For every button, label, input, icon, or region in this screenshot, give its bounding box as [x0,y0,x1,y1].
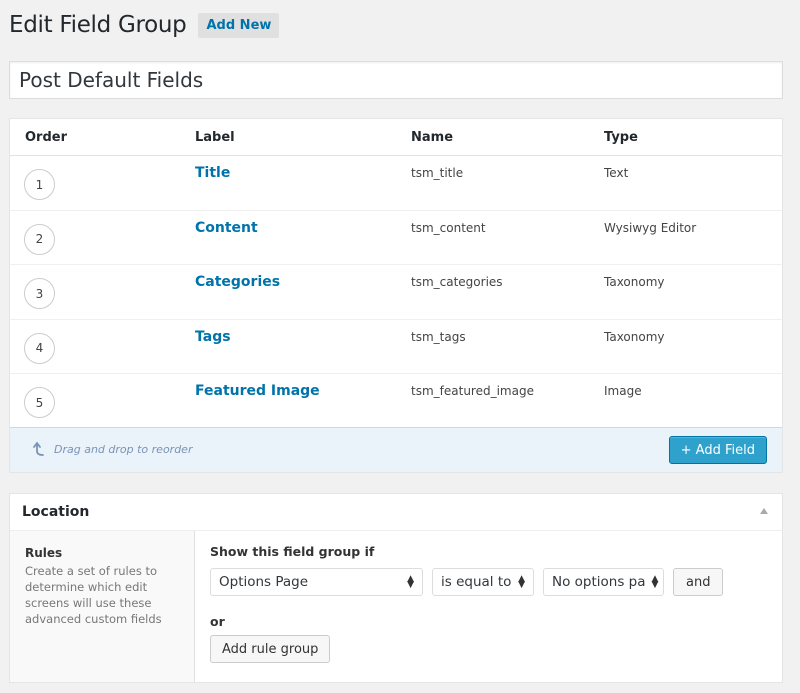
order-handle[interactable]: 2 [24,223,55,255]
field-label-link[interactable]: Title [195,165,230,181]
field-label-link[interactable]: Featured Image [195,383,320,399]
drag-hint: Drag and drop to reorder [32,441,192,457]
page-header: Edit Field Group Add New [9,12,280,38]
add-field-button[interactable]: + Add Field [668,436,767,464]
order-handle[interactable]: 1 [24,169,55,200]
field-type: Taxonomy [604,329,665,344]
field-name: tsm_tags [411,329,466,344]
column-header-label: Label [195,130,235,145]
field-name: tsm_content [411,220,486,235]
field-row[interactable]: 4 Tags tsm_tags Taxonomy [10,320,782,375]
drag-hint-text: Drag and drop to reorder [54,442,193,456]
field-type: Wysiwyg Editor [604,220,697,235]
curved-arrow-up-icon [33,442,44,456]
fields-footer: Drag and drop to reorder + Add Field [10,427,782,472]
fields-panel: Order Label Name Type 1 Title tsm_title … [9,118,783,473]
field-name: tsm_categories [411,275,503,290]
or-label: or [210,614,225,629]
rule-operator-value: is equal to [441,574,512,590]
field-name: tsm_title [411,166,464,180]
page-title: Edit Field Group [9,12,187,38]
field-row[interactable]: 2 Content tsm_content Wysiwyg Editor [10,211,782,266]
field-label-link[interactable]: Categories [195,274,280,290]
location-panel: Location Rules Create a set of rules to … [9,493,783,683]
rule-row: Options Page ▲ ▼ is equal to ▲ ▼ No option… [210,568,782,596]
field-row[interactable]: 5 Featured Image tsm_featured_image Imag… [10,374,782,429]
field-type: Text [604,166,629,180]
column-header-type: Type [604,130,638,145]
field-type: Image [604,384,642,399]
show-if-label: Show this field group if [210,544,375,559]
add-rule-group-button[interactable]: Add rule group [210,635,331,663]
field-row[interactable]: 3 Categories tsm_categories Taxonomy [10,265,782,320]
location-header[interactable]: Location [10,494,782,531]
order-handle[interactable]: 4 [24,332,55,364]
field-group-title-input[interactable] [9,61,783,99]
rules-editor: Show this field group if Options Page ▲ ▼… [210,544,782,663]
field-type: Taxonomy [604,275,665,290]
location-title: Location [22,504,90,520]
field-row[interactable]: 1 Title tsm_title Text [10,156,782,211]
select-arrows-icon: ▲ ▼ [407,574,414,590]
rule-operator-select[interactable]: is equal to ▲ ▼ [432,568,534,596]
field-name: tsm_featured_image [411,384,534,399]
rule-value-value: No options pa [552,574,646,590]
rule-param-value: Options Page [219,574,309,590]
column-header-name: Name [411,130,454,145]
column-header-order: Order [25,130,67,145]
collapse-arrow-icon[interactable] [760,508,768,514]
rule-param-select[interactable]: Options Page ▲ ▼ [210,568,423,596]
and-button[interactable]: and [673,568,724,596]
add-new-button[interactable]: Add New [198,12,280,38]
field-label-link[interactable]: Tags [195,329,231,345]
rules-description: Create a set of rules to determine which… [25,564,162,626]
rule-value-select[interactable]: No options pa ▲ ▼ [543,568,664,596]
select-arrows-icon: ▲ ▼ [651,574,659,590]
select-arrows-icon: ▲ ▼ [518,574,525,590]
rules-title: Rules [25,546,63,560]
rules-description-panel: Rules Create a set of rules to determine… [10,531,195,682]
order-handle[interactable]: 3 [24,278,55,310]
order-handle[interactable]: 5 [24,387,55,419]
fields-table-header: Order Label Name Type [10,119,782,156]
field-label-link[interactable]: Content [195,220,258,236]
